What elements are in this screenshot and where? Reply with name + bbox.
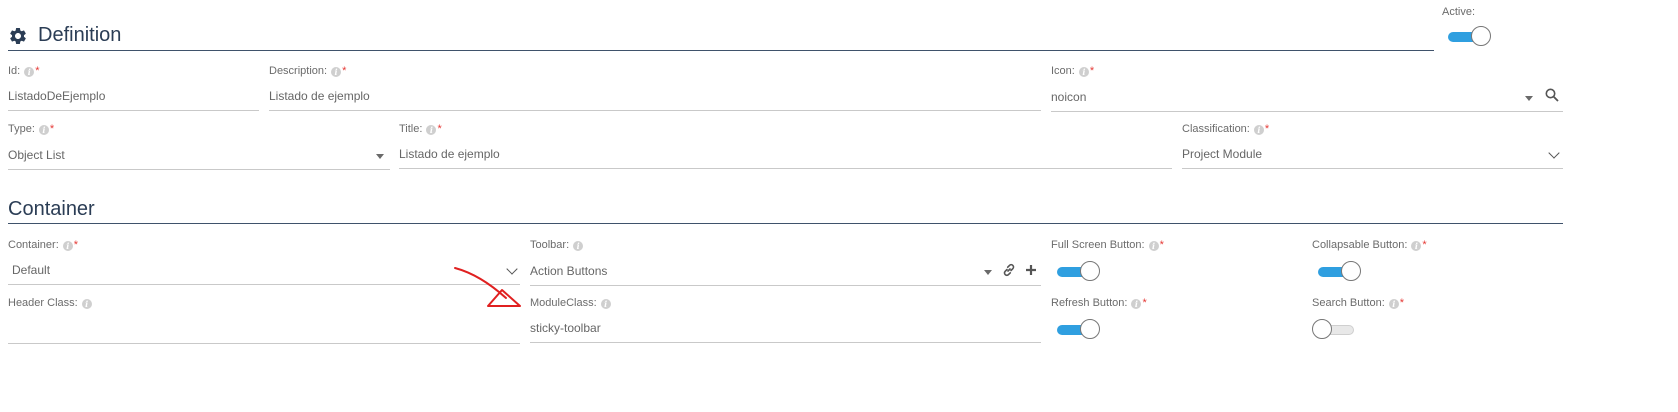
info-icon[interactable]: i xyxy=(38,125,49,135)
search-icon[interactable] xyxy=(1545,88,1559,102)
classification-label: Classification: i * xyxy=(1182,123,1270,135)
info-icon[interactable]: i xyxy=(81,299,92,309)
caret-down-icon[interactable] xyxy=(1525,96,1533,101)
arrow-annotation xyxy=(454,267,521,307)
description-field[interactable]: Listado de ejemplo xyxy=(269,84,1041,111)
section-title-container: Container xyxy=(8,198,95,220)
header-class-field[interactable] xyxy=(8,317,520,344)
info-icon[interactable]: i xyxy=(1078,67,1089,77)
module-class-field[interactable]: sticky-toolbar xyxy=(530,316,1041,343)
container-divider xyxy=(8,223,1563,224)
info-icon[interactable]: i xyxy=(24,67,35,77)
search-button-label: Search Button: i * xyxy=(1312,297,1405,309)
plus-icon[interactable] xyxy=(1025,264,1037,276)
info-icon[interactable]: i xyxy=(1411,241,1422,251)
icon-select[interactable]: noicon xyxy=(1051,85,1563,112)
active-label: Active: xyxy=(1442,6,1476,18)
info-icon[interactable]: i xyxy=(62,241,73,251)
caret-down-icon[interactable] xyxy=(376,154,384,159)
info-icon[interactable]: i xyxy=(1388,299,1399,309)
classification-select[interactable]: Project Module xyxy=(1182,142,1563,169)
section-title-definition: Definition xyxy=(38,24,122,46)
link-icon[interactable] xyxy=(1002,263,1016,277)
active-toggle[interactable] xyxy=(1446,26,1492,48)
caret-down-icon[interactable] xyxy=(984,270,992,275)
info-icon[interactable]: i xyxy=(1148,241,1159,251)
container-select[interactable]: Default xyxy=(8,258,520,285)
header-class-label: Header Class: i xyxy=(8,296,92,310)
id-label: Id: i * xyxy=(8,65,40,77)
info-icon[interactable]: i xyxy=(1253,125,1264,135)
full-screen-toggle[interactable] xyxy=(1055,261,1101,283)
type-label: Type: i * xyxy=(8,123,55,135)
refresh-label: Refresh Button: i * xyxy=(1051,297,1147,309)
type-select[interactable]: Object List xyxy=(8,143,390,170)
search-toggle[interactable] xyxy=(1312,319,1358,341)
refresh-toggle[interactable] xyxy=(1055,319,1101,341)
definition-header: Definition xyxy=(8,22,1434,50)
title-field[interactable]: Listado de ejemplo xyxy=(399,142,1172,169)
info-icon[interactable]: i xyxy=(426,125,437,135)
collapsable-toggle[interactable] xyxy=(1316,261,1362,283)
icon-label: Icon: i * xyxy=(1051,65,1095,77)
gear-icon xyxy=(10,27,26,44)
info-icon[interactable]: i xyxy=(1131,299,1142,309)
module-class-label: ModuleClass: i xyxy=(530,296,611,310)
definition-divider xyxy=(8,50,1434,51)
info-icon[interactable]: i xyxy=(573,241,584,251)
container-label: Container: i * xyxy=(8,239,79,251)
description-label: Description: i * xyxy=(269,65,347,77)
toolbar-select[interactable]: Action Buttons xyxy=(530,259,1041,286)
collapsable-label: Collapsable Button: i * xyxy=(1312,239,1427,251)
id-field[interactable]: ListadoDeEjemplo xyxy=(8,84,259,111)
info-icon[interactable]: i xyxy=(600,299,611,309)
toolbar-label: Toolbar: i xyxy=(530,238,584,252)
full-screen-label: Full Screen Button: i * xyxy=(1051,239,1164,251)
title-label: Title: i * xyxy=(399,123,442,135)
info-icon[interactable]: i xyxy=(331,67,342,77)
chevron-down-icon[interactable] xyxy=(1548,147,1560,159)
